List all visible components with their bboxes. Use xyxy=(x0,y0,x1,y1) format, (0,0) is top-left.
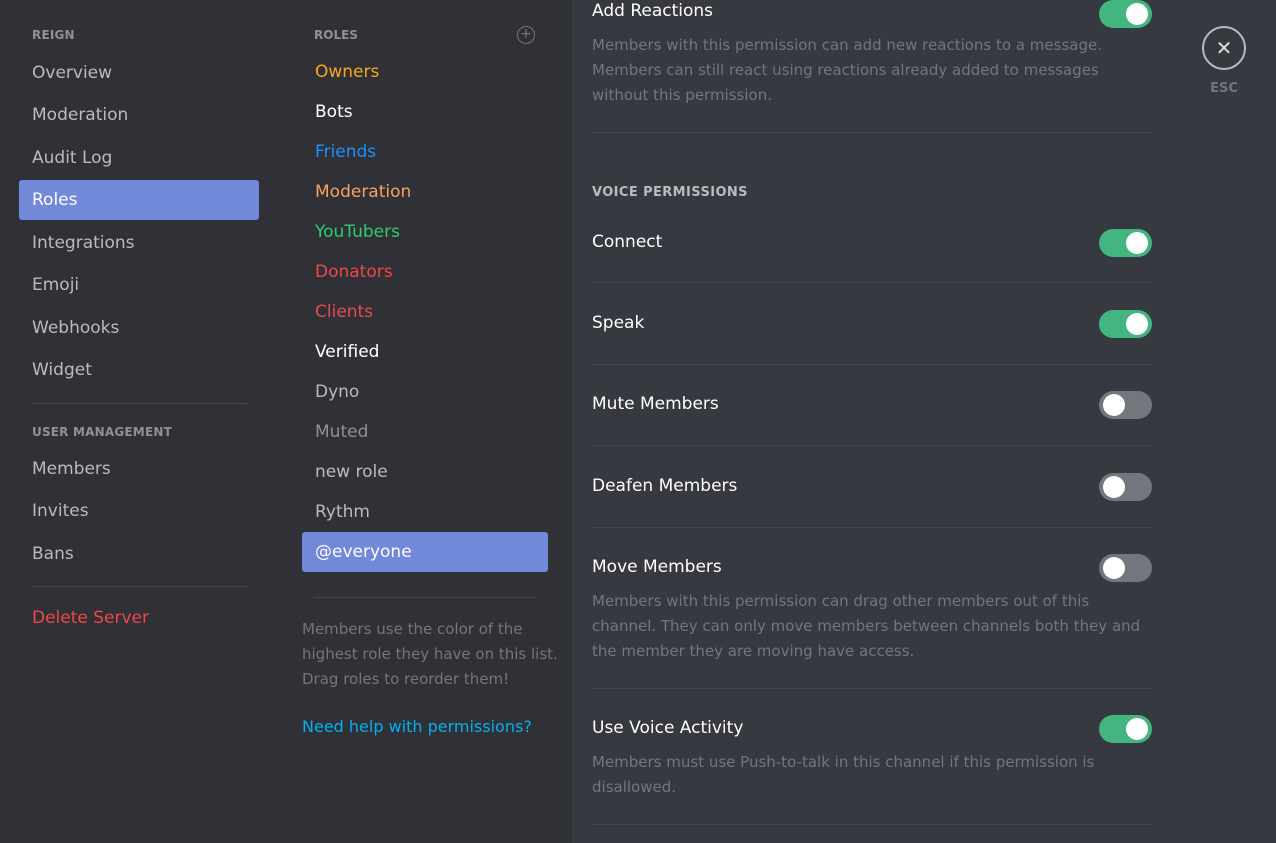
roles-hint-text: Members use the color of the highest rol… xyxy=(302,620,558,688)
toggle-knob xyxy=(1126,313,1148,335)
sidebar-item-integrations[interactable]: Integrations xyxy=(19,223,259,263)
voice-permissions-header: VOICE PERMISSIONS xyxy=(592,185,748,200)
toggle-knob xyxy=(1103,394,1125,416)
role-item[interactable]: @everyone xyxy=(302,532,548,572)
close-icon[interactable]: ✕ xyxy=(1202,26,1246,70)
permission-title: Add Reactions xyxy=(592,1,714,21)
sidebar-item-widget[interactable]: Widget xyxy=(19,350,259,390)
roles-panel: ROLES + Owners Bots Friends Moderation YouTu… xyxy=(277,0,572,843)
delete-server-button[interactable]: Delete Server xyxy=(19,598,259,638)
move-members-toggle[interactable] xyxy=(1099,554,1152,582)
toggle-knob xyxy=(1103,476,1125,498)
user-management-header: USER MANAGEMENT xyxy=(32,425,172,439)
permission-title: Connect xyxy=(592,232,663,252)
permission-divider xyxy=(592,824,1152,825)
esc-label: ESC xyxy=(1210,81,1238,96)
role-item[interactable]: Verified xyxy=(302,332,548,372)
toggle-knob xyxy=(1126,718,1148,740)
sidebar-item-bans[interactable]: Bans xyxy=(19,534,259,574)
add-reactions-toggle[interactable] xyxy=(1099,0,1152,28)
use-voice-activity-toggle[interactable] xyxy=(1099,715,1152,743)
settings-sidebar: REIGN Overview Moderation Audit Log Role… xyxy=(0,0,277,843)
roles-header: ROLES xyxy=(314,28,358,42)
toggle-knob xyxy=(1126,232,1148,254)
sidebar-item-audit-log[interactable]: Audit Log xyxy=(19,138,259,178)
permission-description: Members with this permission can drag ot… xyxy=(592,592,1141,660)
permission-title: Speak xyxy=(592,313,645,333)
sidebar-item-emoji[interactable]: Emoji xyxy=(19,265,259,305)
permission-divider xyxy=(592,364,1152,365)
permission-title: Mute Members xyxy=(592,394,719,414)
permission-divider xyxy=(592,445,1152,446)
permission-title: Use Voice Activity xyxy=(592,718,744,738)
role-item[interactable]: Rythm xyxy=(302,492,548,532)
sidebar-item-moderation[interactable]: Moderation xyxy=(19,95,259,135)
permission-title: Deafen Members xyxy=(592,476,738,496)
server-name-header: REIGN xyxy=(32,28,75,42)
role-item[interactable]: Muted xyxy=(302,412,548,452)
permission-divider xyxy=(592,527,1152,528)
permission-description: Members must use Push-to-talk in this ch… xyxy=(592,753,1095,796)
permissions-panel: Add Reactions Members with this permissi… xyxy=(572,0,1276,843)
role-item[interactable]: Owners xyxy=(302,52,548,92)
plus-circle-icon[interactable]: + xyxy=(517,26,535,44)
permission-title: Move Members xyxy=(592,557,722,577)
permission-divider xyxy=(592,282,1152,283)
sidebar-item-invites[interactable]: Invites xyxy=(19,491,259,531)
sidebar-item-overview[interactable]: Overview xyxy=(19,53,259,93)
sidebar-divider xyxy=(32,403,247,404)
role-item[interactable]: Bots xyxy=(302,92,548,132)
role-item[interactable]: Dyno xyxy=(302,372,548,412)
toggle-knob xyxy=(1103,557,1125,579)
permissions-help-link[interactable]: Need help with permissions? xyxy=(302,717,532,736)
speak-toggle[interactable] xyxy=(1099,310,1152,338)
sidebar-divider xyxy=(32,586,247,587)
toggle-knob xyxy=(1126,3,1148,25)
connect-toggle[interactable] xyxy=(1099,229,1152,257)
mute-members-toggle[interactable] xyxy=(1099,391,1152,419)
sidebar-item-roles[interactable]: Roles xyxy=(19,180,259,220)
deafen-members-toggle[interactable] xyxy=(1099,473,1152,501)
role-item[interactable]: Donators xyxy=(302,252,548,292)
role-item[interactable]: Clients xyxy=(302,292,548,332)
permission-description: Members with this permission can add new… xyxy=(592,36,1102,104)
sidebar-item-members[interactable]: Members xyxy=(19,449,259,489)
permission-divider xyxy=(592,688,1152,689)
permission-divider xyxy=(592,132,1152,133)
roles-divider xyxy=(314,597,536,598)
sidebar-item-webhooks[interactable]: Webhooks xyxy=(19,308,259,348)
role-item[interactable]: Moderation xyxy=(302,172,548,212)
role-item[interactable]: Friends xyxy=(302,132,548,172)
role-item[interactable]: new role xyxy=(302,452,548,492)
role-item[interactable]: YouTubers xyxy=(302,212,548,252)
